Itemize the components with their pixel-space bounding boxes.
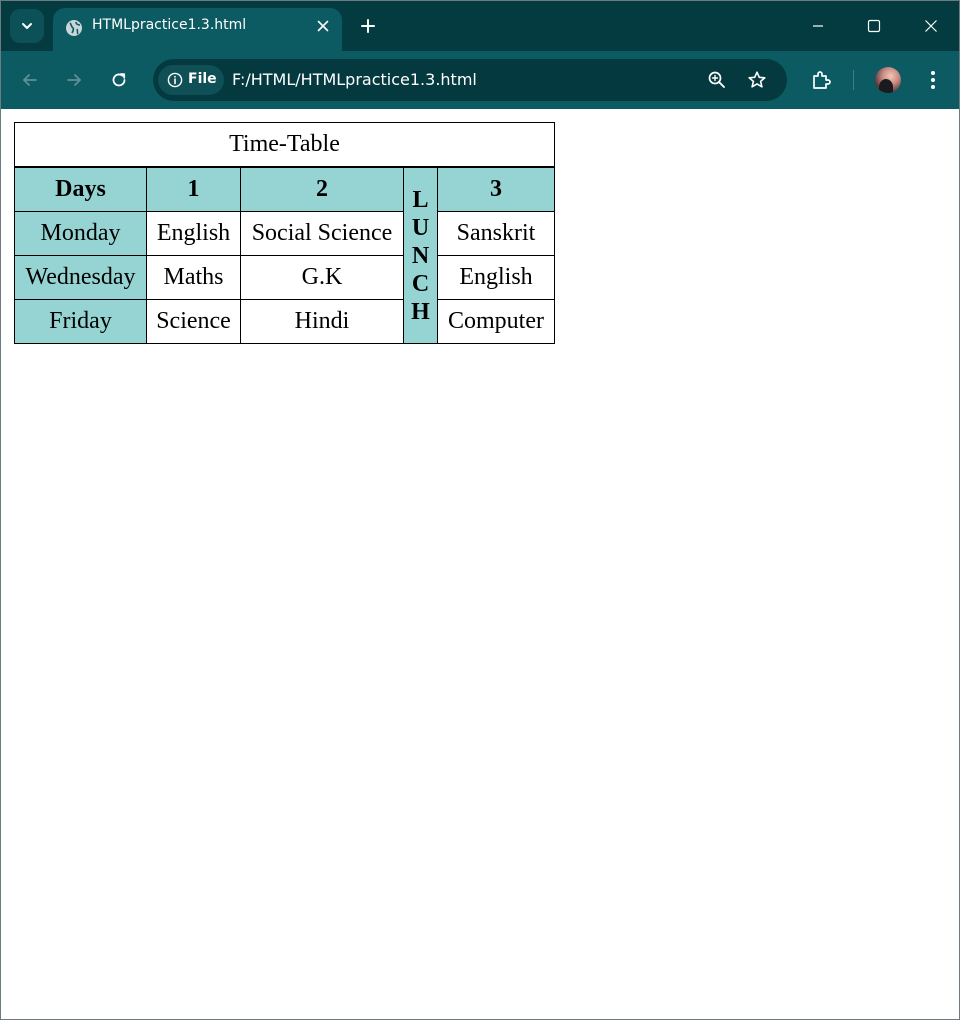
- profile-avatar[interactable]: [875, 67, 901, 93]
- subject-cell: Hindi: [240, 299, 404, 344]
- zoom-button[interactable]: [706, 69, 728, 91]
- header-days: Days: [14, 166, 147, 212]
- subject-cell: Science: [146, 299, 241, 344]
- tab-close-button[interactable]: [314, 17, 332, 35]
- subject-cell: Computer: [437, 299, 555, 344]
- info-icon: [167, 72, 183, 88]
- tab-search-button[interactable]: [10, 9, 44, 43]
- maximize-button[interactable]: [859, 11, 889, 41]
- reload-icon: [112, 73, 126, 87]
- browser-window: HTMLpractice1.3.html File F:/HTML/HTMLpr…: [0, 0, 960, 1020]
- menu-button[interactable]: [919, 66, 947, 94]
- subject-cell: Sanskrit: [437, 211, 555, 256]
- lunch-letter: C: [411, 270, 430, 297]
- url-text[interactable]: F:/HTML/HTMLpractice1.3.html: [232, 70, 477, 89]
- tab-strip: HTMLpractice1.3.html: [1, 1, 959, 51]
- table-row: Wednesday Maths G.K English: [14, 255, 555, 300]
- header-row: Days 1 2 L U N C H 3: [14, 166, 555, 344]
- lunch-cell: L U N C H: [403, 166, 438, 344]
- page-viewport: Time-Table Days 1 2 L U N C H 3 Monday E…: [1, 109, 959, 1019]
- day-cell: Wednesday: [14, 255, 147, 300]
- close-window-button[interactable]: [916, 11, 946, 41]
- tab-title: HTMLpractice1.3.html: [92, 17, 247, 33]
- lunch-letter: L: [412, 186, 429, 213]
- minimize-button[interactable]: [803, 11, 833, 41]
- puzzle-icon: [813, 71, 831, 89]
- more-vert-icon: [931, 71, 935, 89]
- site-chip-label: File: [188, 71, 217, 87]
- day-cell: Monday: [14, 211, 147, 256]
- day-cell: Friday: [14, 299, 147, 344]
- timetable: Time-Table Days 1 2 L U N C H 3 Monday E…: [14, 122, 555, 344]
- plus-icon: [361, 19, 375, 33]
- address-bar[interactable]: File F:/HTML/HTMLpractice1.3.html: [153, 59, 787, 101]
- toolbar-separator: [853, 70, 854, 90]
- browser-toolbar: File F:/HTML/HTMLpractice1.3.html: [1, 51, 959, 109]
- arrow-left-icon: [23, 74, 37, 86]
- close-icon: [925, 20, 937, 32]
- subject-cell: English: [146, 211, 241, 256]
- globe-icon: [66, 20, 82, 36]
- avatar-silhouette: [879, 79, 893, 93]
- timetable-caption: Time-Table: [14, 122, 555, 168]
- site-info-chip[interactable]: File: [158, 65, 224, 95]
- lunch-letter: U: [411, 214, 430, 241]
- new-tab-button[interactable]: [355, 13, 381, 39]
- subject-cell: Social Science: [240, 211, 404, 256]
- subject-cell: G.K: [240, 255, 404, 300]
- table-row: Monday English Social Science Sanskrit: [14, 211, 555, 256]
- minimize-icon: [813, 25, 823, 27]
- bookmark-button[interactable]: [746, 69, 768, 91]
- subject-cell: Maths: [146, 255, 241, 300]
- header-period-2: 2: [240, 166, 404, 212]
- forward-button[interactable]: [60, 66, 88, 94]
- chevron-down-icon: [22, 23, 32, 29]
- lunch-letter: H: [411, 298, 430, 325]
- active-tab[interactable]: HTMLpractice1.3.html: [53, 8, 342, 51]
- table-row: Friday Science Hindi Computer: [14, 299, 555, 344]
- maximize-icon: [867, 19, 881, 33]
- close-icon: [317, 20, 329, 32]
- arrow-right-icon: [67, 74, 81, 86]
- back-button[interactable]: [16, 66, 44, 94]
- caption-row: Time-Table: [14, 122, 555, 168]
- star-icon: [748, 71, 766, 88]
- header-period-1: 1: [146, 166, 241, 212]
- reload-button[interactable]: [105, 66, 133, 94]
- header-period-3: 3: [437, 166, 555, 212]
- extensions-button[interactable]: [807, 66, 835, 94]
- zoom-in-icon: [708, 71, 725, 88]
- lunch-letter: N: [411, 242, 430, 269]
- subject-cell: English: [437, 255, 555, 300]
